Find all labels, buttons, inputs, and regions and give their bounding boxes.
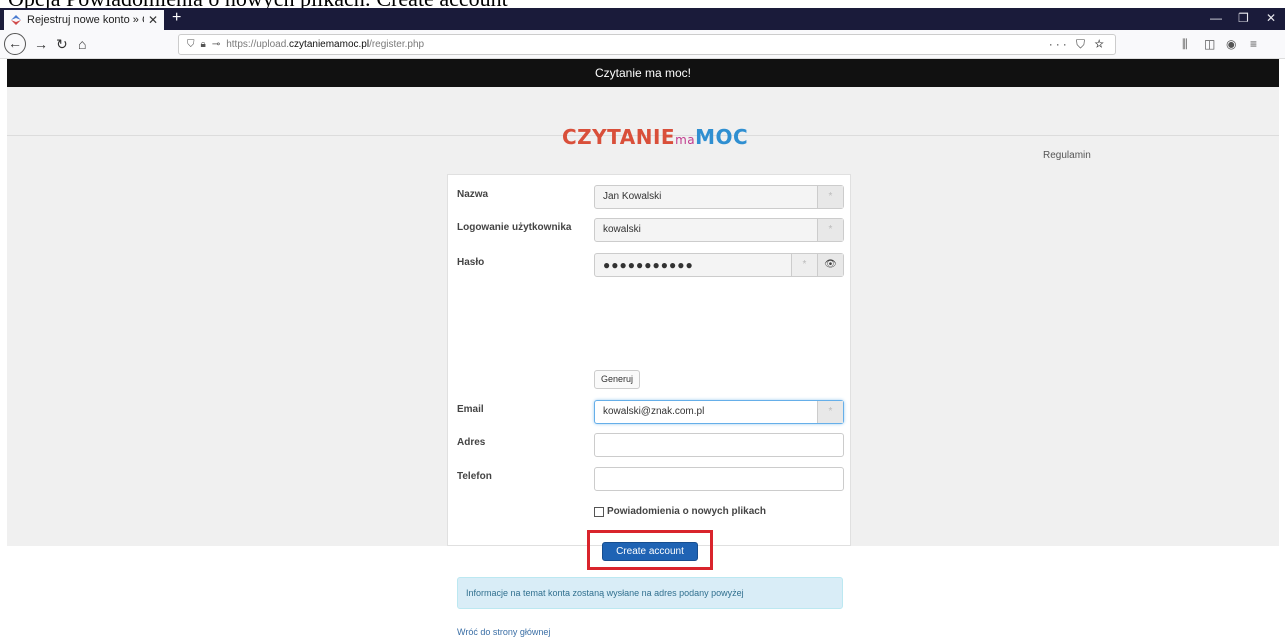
address-input[interactable] (594, 433, 844, 457)
password-label: Hasło (457, 257, 485, 268)
home-icon[interactable]: ⌂ (78, 36, 86, 52)
lock-icon[interactable]: 🔒︎ (201, 39, 206, 50)
name-input[interactable]: Jan Kowalski * (594, 185, 844, 209)
site-logo[interactable]: CZYTANIEmaMOC (562, 125, 748, 149)
create-account-button[interactable]: Create account (602, 542, 698, 561)
show-password-eye-icon[interactable]: 👁︎ (817, 254, 843, 276)
logo-part-3: MOC (695, 125, 749, 149)
menu-icon[interactable]: ≡ (1250, 37, 1257, 51)
login-value: kowalski (603, 224, 641, 235)
minimize-icon[interactable]: — (1210, 11, 1222, 25)
url-path: /register.php (369, 39, 425, 50)
name-value: Jan Kowalski (603, 191, 662, 202)
notify-checkbox-row[interactable]: Powiadomienia o nowych plikach (594, 506, 766, 517)
phone-input[interactable] (594, 467, 844, 491)
document-caption-strip: Opcja Powiadomienia o nowych plikach: Cr… (0, 0, 1285, 8)
required-icon: * (817, 186, 843, 208)
close-window-icon[interactable]: ✕ (1266, 11, 1276, 25)
email-label: Email (457, 404, 484, 415)
password-value: ●●●●●●●●●●● (603, 258, 694, 272)
logo-part-2: ma (675, 133, 696, 147)
browser-tab[interactable]: Rejestruj nowe konto » Czytanie ✕ (4, 10, 164, 30)
site-favicon-icon (11, 15, 21, 25)
login-input[interactable]: kowalski * (594, 218, 844, 242)
new-tab-button[interactable]: + (172, 10, 181, 26)
shield-icon[interactable]: ⛉ (187, 39, 195, 50)
back-arrow-icon[interactable]: ← (4, 33, 26, 55)
sidebar-icon[interactable]: ◫ (1204, 37, 1215, 51)
phone-label: Telefon (457, 471, 492, 482)
login-row: Logowanie użytkownika kowalski * (448, 218, 852, 244)
page-actions-icon[interactable]: ··· ⛉ ☆ (1049, 37, 1107, 52)
forward-arrow-icon[interactable]: → (34, 36, 48, 52)
required-icon: * (817, 401, 843, 423)
login-label: Logowanie użytkownika (457, 222, 572, 233)
reload-icon[interactable]: ↻ (56, 36, 68, 53)
name-label: Nazwa (457, 189, 489, 200)
url-bar[interactable]: ⛉ 🔒︎ ⊸ https://upload. czytaniemamoc.pl/r… (178, 34, 1116, 55)
phone-row: Telefon (448, 467, 852, 493)
rules-link[interactable]: Regulamin (1043, 150, 1091, 161)
email-input[interactable]: kowalski@znak.com.pl * (594, 400, 844, 424)
site-header-title: Czytanie ma moc! (594, 66, 692, 80)
address-row: Adres (448, 433, 852, 459)
register-form: Nazwa Jan Kowalski * Logowanie użytkowni… (447, 174, 852, 637)
notify-checkbox[interactable] (594, 506, 604, 517)
email-row: Email kowalski@znak.com.pl * (448, 400, 852, 426)
required-icon: * (817, 219, 843, 241)
address-label: Adres (457, 437, 486, 448)
notify-label: Powiadomienia o nowych plikach (607, 506, 766, 517)
generate-password-button[interactable]: Generuj (594, 370, 640, 389)
email-value: kowalski@znak.com.pl (603, 406, 705, 417)
info-alert: Informacje na temat konta zostaną wysłan… (457, 577, 843, 609)
required-icon: * (791, 254, 817, 276)
library-icon[interactable]: ⫼ (1182, 37, 1188, 52)
document-caption-text: Opcja Powiadomienia o nowych plikach: Cr… (8, 0, 508, 8)
site-header: Czytanie ma moc! (7, 59, 1279, 87)
url-domain: czytaniemamoc.pl (289, 39, 370, 50)
browser-nav-bar: ← → ↻ ⌂ ⛉ 🔒︎ ⊸ https://upload. czytaniema… (0, 30, 1285, 59)
info-text: Informacje na temat konta zostaną wysłan… (466, 588, 744, 598)
highlight-box: Create account (587, 530, 713, 570)
url-prefix: https://upload. (226, 39, 290, 50)
page-body: CZYTANIEmaMOC Regulamin Nazwa Jan Kowals… (7, 87, 1279, 637)
account-icon[interactable]: ◉ (1226, 37, 1236, 51)
password-row: Hasło ●●●●●●●●●●● * 👁︎ (448, 253, 852, 279)
browser-tab-bar: Rejestruj nowe konto » Czytanie ✕ + — ❐ … (0, 8, 1285, 30)
tab-title: Rejestruj nowe konto » Czytanie (27, 14, 144, 26)
name-row: Nazwa Jan Kowalski * (448, 185, 852, 211)
back-to-home-link[interactable]: Wróć do strony głównej (457, 627, 550, 637)
logo-part-1: CZYTANIE (562, 125, 676, 149)
password-input[interactable]: ●●●●●●●●●●● * 👁︎ (594, 253, 844, 277)
tab-close-icon[interactable]: ✕ (148, 13, 158, 27)
maximize-icon[interactable]: ❐ (1238, 11, 1249, 25)
key-icon[interactable]: ⊸ (212, 39, 220, 50)
